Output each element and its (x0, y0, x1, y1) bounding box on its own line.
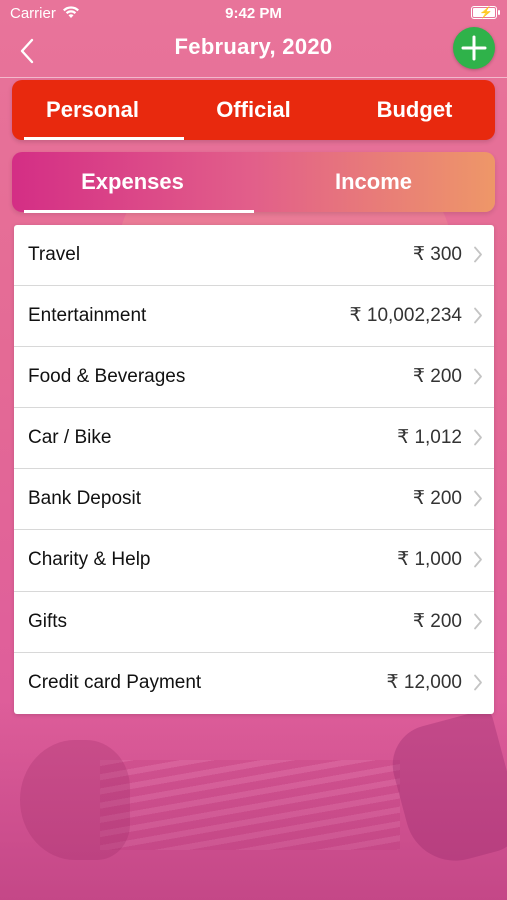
expense-row-credit-card-payment[interactable]: Credit card Payment ₹ 12,000 (14, 653, 494, 714)
status-bar: Carrier 9:42 PM ⚡ (0, 0, 507, 28)
tab-personal[interactable]: Personal (12, 80, 173, 140)
expense-row-bank-deposit[interactable]: Bank Deposit ₹ 200 (14, 469, 494, 531)
tab-expenses[interactable]: Expenses (12, 152, 253, 212)
expense-list: Travel ₹ 300 Entertainment ₹ 10,002,234 … (14, 225, 494, 714)
tab-income[interactable]: Income (253, 152, 494, 212)
chevron-right-icon (474, 307, 482, 324)
chevron-right-icon (474, 674, 482, 691)
expense-label: Charity & Help (28, 549, 151, 571)
page-title: February, 2020 (174, 34, 333, 59)
expense-amount: ₹ 12,000 (386, 671, 462, 693)
expense-row-gifts[interactable]: Gifts ₹ 200 (14, 592, 494, 653)
expense-row-car-bike[interactable]: Car / Bike ₹ 1,012 (14, 408, 494, 470)
expense-row-charity-help[interactable]: Charity & Help ₹ 1,000 (14, 530, 494, 592)
expense-label: Entertainment (28, 305, 147, 327)
tab-budget[interactable]: Budget (334, 80, 495, 140)
chevron-right-icon (474, 429, 482, 446)
expense-label: Gifts (28, 610, 68, 632)
chevron-right-icon (474, 246, 482, 263)
expense-amount: ₹ 200 (412, 488, 462, 510)
selected-tab-indicator (24, 210, 254, 213)
add-button[interactable] (453, 27, 495, 69)
expense-amount: ₹ 10,002,234 (349, 305, 462, 327)
type-segmented-control: Expenses Income (12, 152, 495, 213)
expense-row-food-beverages[interactable]: Food & Beverages ₹ 200 (14, 347, 494, 409)
expense-label: Food & Beverages (28, 366, 186, 388)
expense-amount: ₹ 1,012 (397, 427, 462, 449)
expense-amount: ₹ 200 (412, 610, 462, 632)
background-shade (0, 700, 507, 900)
chevron-right-icon (474, 368, 482, 385)
chevron-right-icon (474, 490, 482, 507)
category-segmented-control: Personal Official Budget (12, 80, 495, 140)
selected-tab-indicator (24, 137, 184, 140)
expense-amount: ₹ 200 (412, 366, 462, 388)
clock: 9:42 PM (225, 5, 282, 22)
navigation-bar: February, 2020 (0, 27, 507, 78)
chevron-right-icon (474, 552, 482, 568)
expense-label: Travel (28, 244, 81, 265)
expense-label: Bank Deposit (28, 488, 142, 510)
expense-row-entertainment[interactable]: Entertainment ₹ 10,002,234 (14, 286, 494, 348)
expense-amount: ₹ 300 (412, 244, 462, 265)
chevron-right-icon (474, 613, 482, 629)
plus-icon (461, 35, 487, 61)
tab-official[interactable]: Official (173, 80, 334, 140)
expense-label: Car / Bike (28, 427, 112, 449)
expense-row-travel[interactable]: Travel ₹ 300 (14, 225, 494, 287)
expense-label: Credit card Payment (28, 671, 202, 693)
expense-amount: ₹ 1,000 (397, 549, 462, 571)
battery-charging-icon: ⚡ (471, 6, 500, 19)
